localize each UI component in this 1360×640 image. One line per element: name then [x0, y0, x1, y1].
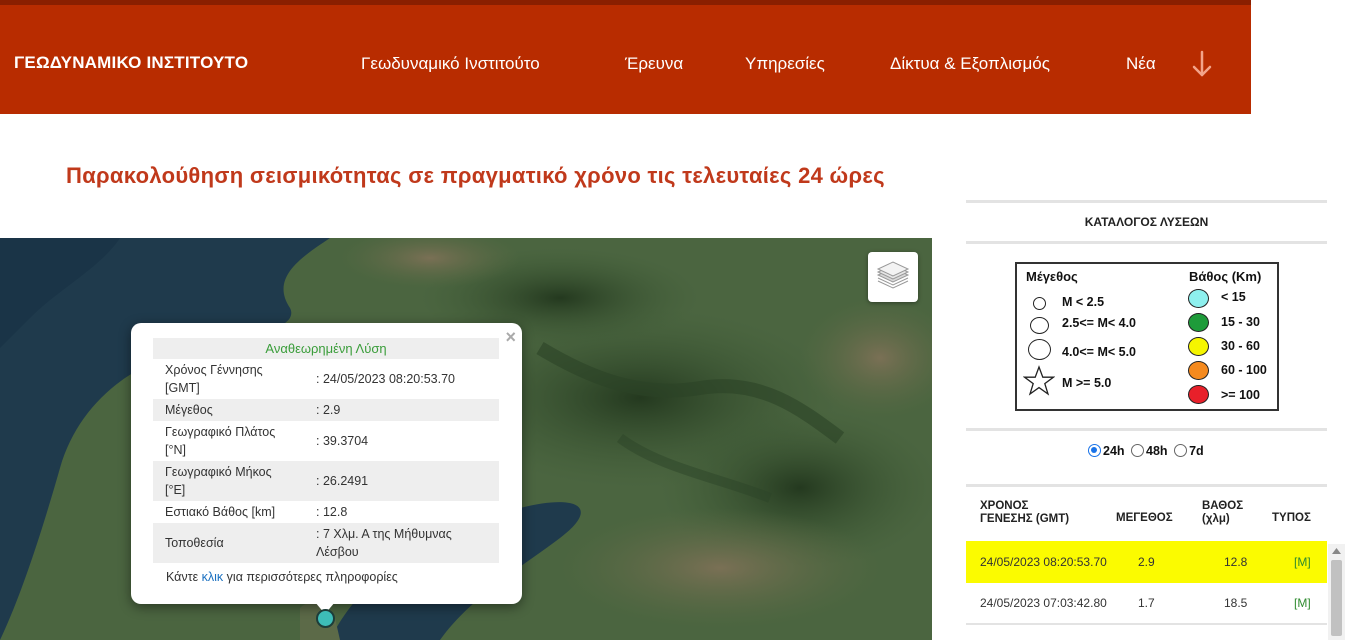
magnitude-large-circle-icon — [1028, 339, 1051, 360]
star-icon — [1023, 365, 1055, 396]
detail-row: Χρόνος Γέννησης [GMT] : 24/05/2023 08:20… — [153, 359, 499, 399]
detail-label: Εστιακό Βάθος [km] — [165, 505, 276, 519]
range-label: 24h — [1103, 444, 1125, 458]
legend-magnitude-label: M >= 5.0 — [1062, 376, 1112, 390]
detail-label: Μέγεθος — [153, 399, 304, 421]
nav-item-networks[interactable]: Δίκτυα & Εξοπλισμός — [890, 54, 1050, 74]
event-popup: × Αναθεωρημένη Λύση Χρόνος Γέννησης [GMT… — [131, 323, 522, 614]
detail-row: Μέγεθος : 2.9 — [153, 399, 499, 421]
legend-depth-label: < 15 — [1221, 290, 1246, 304]
range-radio-24h[interactable] — [1088, 444, 1101, 457]
depth-color-circle-icon — [1188, 337, 1209, 356]
divider — [966, 623, 1327, 625]
divider — [966, 428, 1327, 431]
depth-color-circle-icon — [1188, 361, 1209, 380]
event-details-table: Αναθεωρημένη Λύση Χρόνος Γέννησης [GMT] … — [153, 338, 499, 563]
more-info-text: Κάντε κλικ για περισσότερες πληροφορίες — [166, 570, 398, 584]
column-header-type: ΤΥΠΟΣ — [1272, 512, 1311, 524]
detail-row: Γεωγραφικό Μήκος [°E] : 26.2491 — [153, 461, 499, 501]
event-depth: 12.8 — [1224, 555, 1248, 569]
depth-color-circle-icon — [1188, 385, 1209, 404]
event-time: 24/05/2023 07:03:42.80 — [980, 596, 1107, 610]
earthquake-marker[interactable] — [316, 609, 335, 628]
detail-label: Γεωγραφικό Μήκος [°E] — [153, 461, 304, 501]
legend-magnitude-label: M < 2.5 — [1062, 295, 1105, 309]
column-header-magnitude: ΜΕΓΕΘΟΣ — [1116, 512, 1173, 524]
nav-item-services[interactable]: Υπηρεσίες — [745, 54, 825, 74]
range-label: 48h — [1146, 444, 1168, 458]
events-table-header: ΧΡΟΝΟΣ ΓΕΝΕΣΗΣ (GMT) ΜΕΓΕΘΟΣ ΒΑΘΟΣ (χλμ)… — [966, 496, 1327, 538]
more-info-prefix: Κάντε — [166, 570, 199, 584]
range-radio-48h[interactable] — [1131, 444, 1145, 457]
seismicity-map[interactable]: × Αναθεωρημένη Λύση Χρόνος Γέννησης [GMT… — [0, 238, 932, 640]
event-row[interactable]: 24/05/2023 07:03:42.80 1.7 18.5 [M] — [966, 582, 1327, 624]
detail-value: : 2.9 — [304, 399, 499, 421]
detail-label: Χρόνος Γέννησης [GMT] — [165, 363, 263, 395]
site-logo[interactable]: ΓΕΩΔΥΝΑΜΙΚΟ ΙΝΣΤΙΤΟΥΤΟ — [14, 53, 248, 73]
layers-icon — [876, 261, 910, 289]
event-magnitude: 1.7 — [1138, 596, 1155, 610]
legend-depth-label: >= 100 — [1221, 388, 1260, 402]
event-type: [M] — [1294, 596, 1311, 610]
legend-depth-header: Βάθος (Km) — [1189, 269, 1262, 284]
popup-title: Αναθεωρημένη Λύση — [153, 338, 499, 359]
top-navigation-bar: ΓΕΩΔΥΝΑΜΙΚΟ ΙΝΣΤΙΤΟΥΤΟ Γεωδυναμικό Ινστι… — [0, 0, 1251, 114]
detail-value: : 26.2491 — [304, 461, 499, 501]
detail-label: Γεωγραφικό Πλάτος [°N] — [165, 425, 276, 457]
event-depth: 18.5 — [1224, 596, 1248, 610]
more-info-link[interactable]: κλικ — [202, 570, 224, 584]
range-radio-7d[interactable] — [1174, 444, 1188, 457]
legend-magnitude-label: 4.0<= M< 5.0 — [1062, 345, 1137, 359]
detail-label: Τοποθεσία — [153, 523, 304, 563]
divider — [966, 484, 1327, 487]
popup-close-button[interactable]: × — [505, 327, 516, 348]
range-label: 7d — [1189, 444, 1204, 458]
detail-value: : 7 Χλμ. Α της Μήθυμνας Λέσβου — [304, 523, 499, 563]
column-header-depth: ΒΑΘΟΣ (χλμ) — [1202, 500, 1244, 525]
nav-item-news[interactable]: Νέα — [1126, 54, 1156, 74]
solutions-catalog-panel: ΚΑΤΑΛΟΓΟΣ ΛΥΣΕΩΝ Μέγεθος Βάθος (Km) M < … — [966, 200, 1327, 640]
magnitude-small-circle-icon — [1033, 297, 1046, 310]
page-title: Παρακολούθηση σεισμικότητας σε πραγματικ… — [66, 163, 885, 188]
scrollbar-thumb[interactable] — [1331, 560, 1342, 636]
detail-row: Γεωγραφικό Πλάτος [°N] : 39.3704 — [153, 421, 499, 461]
divider — [966, 200, 1327, 203]
divider — [966, 241, 1327, 244]
event-magnitude: 2.9 — [1138, 555, 1155, 569]
detail-value: : 39.3704 — [316, 434, 369, 448]
legend-box: Μέγεθος Βάθος (Km) M < 2.5 2.5<= M< 4.0 … — [1015, 262, 1279, 411]
more-info-suffix: για περισσότερες πληροφορίες — [226, 570, 398, 584]
scroll-up-icon[interactable] — [1332, 548, 1341, 554]
depth-color-circle-icon — [1188, 289, 1209, 308]
detail-row: Τοποθεσία : 7 Χλμ. Α της Μήθυμνας Λέσβου — [153, 523, 499, 563]
column-header-time: ΧΡΟΝΟΣ ΓΕΝΕΣΗΣ (GMT) — [980, 500, 1070, 525]
detail-value: : 24/05/2023 08:20:53.70 — [316, 372, 456, 386]
event-row[interactable]: 24/05/2023 08:20:53.70 2.9 12.8 [M] — [966, 541, 1327, 583]
legend-depth-label: 30 - 60 — [1221, 339, 1260, 353]
magnitude-medium-circle-icon — [1030, 317, 1049, 334]
legend-magnitude-label: 2.5<= M< 4.0 — [1062, 316, 1137, 330]
time-range-selector: 24h 48h 7d — [1085, 444, 1204, 458]
depth-color-circle-icon — [1188, 313, 1209, 332]
legend-magnitude-header: Μέγεθος — [1026, 269, 1078, 284]
layers-control-button[interactable] — [868, 252, 918, 302]
legend-depth-label: 15 - 30 — [1221, 315, 1260, 329]
nav-item-research[interactable]: Έρευνα — [625, 54, 683, 74]
event-type: [M] — [1294, 555, 1311, 569]
arrow-down-icon[interactable] — [1190, 49, 1214, 79]
detail-value: : 12.8 — [316, 505, 348, 519]
detail-row: Εστιακό Βάθος [km] : 12.8 — [153, 501, 499, 523]
nav-item-institute[interactable]: Γεωδυναμικό Ινστιτούτο — [361, 54, 540, 74]
legend-depth-label: 60 - 100 — [1221, 363, 1267, 377]
table-scrollbar[interactable] — [1328, 544, 1345, 640]
event-time: 24/05/2023 08:20:53.70 — [980, 555, 1107, 569]
catalog-title: ΚΑΤΑΛΟΓΟΣ ΛΥΣΕΩΝ — [1084, 215, 1209, 229]
